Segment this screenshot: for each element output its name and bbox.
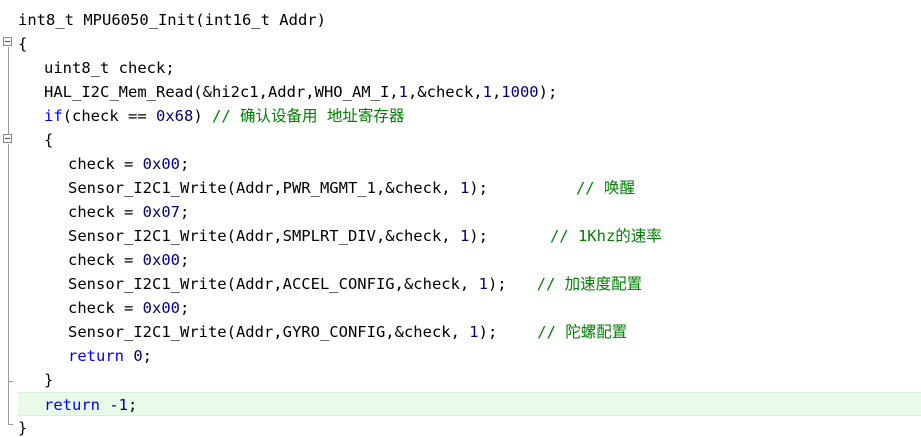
number-literal: 1 [398, 83, 408, 101]
if-close: ) [193, 107, 212, 125]
open-brace: { [18, 35, 28, 53]
number-literal: 0 [124, 347, 143, 365]
number-literal: 0x00 [142, 155, 180, 173]
write-call: Sensor_I2C1_Write(Addr,SMPLRT_DIV,&check… [68, 227, 460, 245]
code-comment: // 加速度配置 [536, 275, 643, 293]
write-call: Sensor_I2C1_Write(Addr,ACCEL_CONFIG,&che… [68, 275, 479, 293]
keyword: return [44, 396, 100, 414]
fold-line [8, 47, 9, 135]
code-line[interactable]: check = 0x00; [18, 296, 921, 320]
assignment: check = [68, 251, 143, 269]
write-call-end: ); [487, 275, 507, 293]
code-editor[interactable]: int8_t MPU6050_Init(int16_t Addr) { uint… [0, 0, 921, 437]
close-brace: } [18, 419, 28, 437]
code-line[interactable]: Sensor_I2C1_Write(Addr,ACCEL_CONFIG,&che… [18, 272, 921, 296]
inner-close-brace: } [44, 371, 54, 389]
code-line[interactable]: int8_t MPU6050_Init(int16_t Addr) [18, 8, 921, 32]
code-comment: // 唤醒 [575, 179, 635, 197]
code-line[interactable]: Sensor_I2C1_Write(Addr,SMPLRT_DIV,&check… [18, 224, 921, 248]
code-line[interactable]: if(check == 0x68) // 确认设备用 地址寄存器 [18, 104, 921, 128]
read-call-mid: ,&check, [407, 83, 483, 101]
fold-collapse-icon[interactable] [3, 134, 12, 143]
code-line[interactable]: { [18, 32, 921, 56]
code-comment: // 陀螺配置 [537, 323, 628, 341]
code-comment: // 1Khz的速率 [549, 227, 662, 245]
read-call-sep: , [491, 83, 502, 101]
code-line[interactable]: check = 0x00; [18, 152, 921, 176]
number-literal: 0x00 [142, 251, 180, 269]
if-condition: (check == [62, 107, 156, 125]
number-literal: 1 [482, 83, 492, 101]
keyword: return [68, 347, 124, 365]
code-line[interactable]: { [18, 128, 921, 152]
code-line[interactable]: } [18, 368, 921, 392]
write-call-end: ); [478, 323, 498, 341]
number-literal: 1 [478, 275, 488, 293]
code-line[interactable]: uint8_t check; [18, 56, 921, 80]
code-line-current[interactable]: return -1; [18, 392, 921, 416]
keyword: if [44, 107, 63, 125]
inner-open-brace: { [44, 131, 54, 149]
code-line[interactable]: Sensor_I2C1_Write(Addr,GYRO_CONFIG,&chec… [18, 320, 921, 344]
read-call: HAL_I2C_Mem_Read(&hi2c1,Addr,WHO_AM_I, [44, 83, 399, 101]
write-call-end: ); [469, 179, 488, 197]
number-literal: 0x07 [142, 203, 180, 221]
fold-gutter [0, 0, 18, 437]
fold-collapse-icon[interactable] [3, 37, 12, 46]
number-literal: 1 [459, 179, 470, 197]
read-call-end: ); [538, 83, 558, 101]
number-literal: 1 [469, 323, 479, 341]
statement-end: ; [142, 347, 153, 365]
number-literal: 0x00 [142, 299, 180, 317]
write-call-end: ); [469, 227, 488, 245]
fold-line [8, 144, 9, 424]
function-signature: int8_t MPU6050_Init(int16_t Addr) [18, 11, 326, 29]
code-line[interactable]: Sensor_I2C1_Write(Addr,PWR_MGMT_1,&check… [18, 176, 921, 200]
write-call: Sensor_I2C1_Write(Addr,PWR_MGMT_1,&check… [68, 179, 460, 197]
code-line[interactable]: HAL_I2C_Mem_Read(&hi2c1,Addr,WHO_AM_I,1,… [18, 80, 921, 104]
code-comment: // 确认设备用 地址寄存器 [212, 107, 405, 125]
number-literal: 0x68 [156, 107, 194, 125]
fold-end-marker [8, 424, 13, 425]
code-line[interactable]: return 0; [18, 344, 921, 368]
code-line[interactable]: } [18, 416, 921, 437]
assignment: check = [68, 203, 143, 221]
variable-declaration: uint8_t check; [44, 59, 175, 77]
code-lines[interactable]: int8_t MPU6050_Init(int16_t Addr) { uint… [18, 8, 921, 437]
statement-end: ; [128, 396, 138, 414]
assignment: check = [68, 155, 143, 173]
code-line[interactable]: check = 0x00; [18, 248, 921, 272]
write-call: Sensor_I2C1_Write(Addr,GYRO_CONFIG,&chec… [68, 323, 470, 341]
number-literal: -1 [100, 396, 128, 414]
fold-end-marker [8, 381, 13, 382]
assignment: check = [68, 299, 143, 317]
number-literal: 1 [459, 227, 470, 245]
code-line[interactable]: check = 0x07; [18, 200, 921, 224]
number-literal: 1000 [501, 83, 539, 101]
